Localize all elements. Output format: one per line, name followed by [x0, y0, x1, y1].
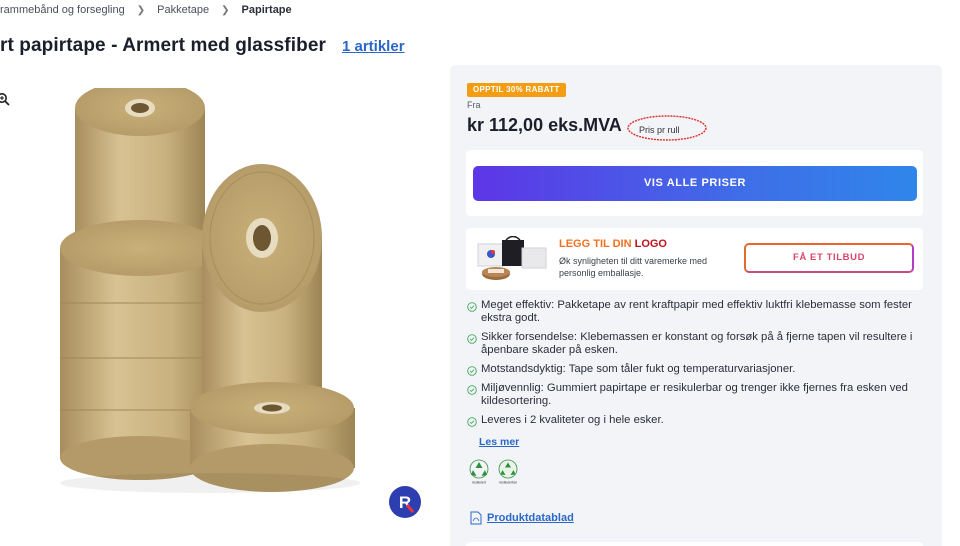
- recycle-icon: resikulert: [469, 459, 489, 485]
- breadcrumb: rammebånd og forsegling ❯ Pakketape ❯ Pa…: [0, 2, 292, 18]
- feature-text: Motstandsdyktig: Tape som tåler fukt og …: [481, 363, 796, 375]
- chevron-right-icon: ❯: [221, 4, 230, 16]
- retailer-logo-icon: R: [389, 486, 421, 518]
- from-label: Fra: [467, 100, 481, 110]
- get-quote-button[interactable]: FÅ ET TILBUD: [744, 243, 914, 273]
- recyclable-icon-label: resikulerbar: [499, 481, 518, 485]
- pdf-icon: [470, 511, 482, 525]
- feature-item: Sikker forsendelse: Klebemassen er konst…: [467, 331, 927, 357]
- recycle-icon-label: resikulert: [472, 481, 486, 485]
- show-all-prices-button[interactable]: VIS ALLE PRISER: [473, 166, 917, 201]
- check-circle-icon: [467, 334, 477, 344]
- article-count-link[interactable]: 1 artikler: [342, 38, 405, 55]
- feature-text: Leveres i 2 kvaliteter og i hele esker.: [481, 414, 664, 426]
- feature-item: Leveres i 2 kvaliteter og i hele esker.: [467, 414, 927, 427]
- feature-item: Meget effektiv: Pakketape av rent kraftp…: [467, 299, 927, 325]
- product-image[interactable]: [40, 88, 420, 528]
- breadcrumb-item-tape[interactable]: rammebånd og forsegling: [0, 4, 125, 16]
- zoom-icon[interactable]: [0, 92, 10, 106]
- logo-offer-title: LEGG TIL DIN LOGO: [559, 238, 667, 250]
- check-circle-icon: [467, 366, 477, 376]
- feature-item: Miljøvennlig: Gummiert papirtape er resi…: [467, 382, 927, 408]
- feature-text: Miljøvennlig: Gummiert papirtape er resi…: [481, 382, 908, 407]
- logo-offer-title-suffix: LOGO: [634, 238, 667, 250]
- chevron-right-icon: ❯: [136, 4, 146, 16]
- datasheet-link[interactable]: Produktdatablad: [470, 511, 574, 525]
- breadcrumb-item-packing-tape[interactable]: Pakketape: [157, 4, 209, 16]
- feature-text: Sikker forsendelse: Klebemassen er konst…: [481, 331, 913, 356]
- feature-list: Meget effektiv: Pakketape av rent kraftp…: [467, 299, 927, 433]
- logo-offer-title-prefix: LEGG TIL DIN: [559, 238, 632, 250]
- recyclable-icon: resikulerbar: [498, 459, 518, 485]
- title-row: rt papirtape - Armert med glassfiber 1 a…: [0, 35, 405, 57]
- custom-logo-packaging-image: [477, 236, 547, 280]
- logo-offer-description: Øk synligheten til ditt varemerke med pe…: [559, 256, 708, 278]
- bottom-section-box: [466, 542, 923, 546]
- breadcrumb-item-paper-tape: Papirtape: [241, 4, 292, 16]
- highlight-ellipse-annotation: [627, 115, 707, 141]
- discount-badge: OPPTIL 30% RABATT: [467, 83, 566, 97]
- read-more-link[interactable]: Les mer: [479, 436, 519, 448]
- check-circle-icon: [467, 302, 477, 312]
- check-circle-icon: [467, 385, 477, 395]
- page-title: rt papirtape - Armert med glassfiber: [0, 35, 326, 56]
- feature-item: Motstandsdyktig: Tape som tåler fukt og …: [467, 363, 927, 376]
- price: kr 112,00 eks.MVA: [467, 115, 622, 135]
- check-circle-icon: [467, 417, 477, 427]
- datasheet-label[interactable]: Produktdatablad: [487, 512, 574, 524]
- feature-text: Meget effektiv: Pakketape av rent kraftp…: [481, 299, 912, 324]
